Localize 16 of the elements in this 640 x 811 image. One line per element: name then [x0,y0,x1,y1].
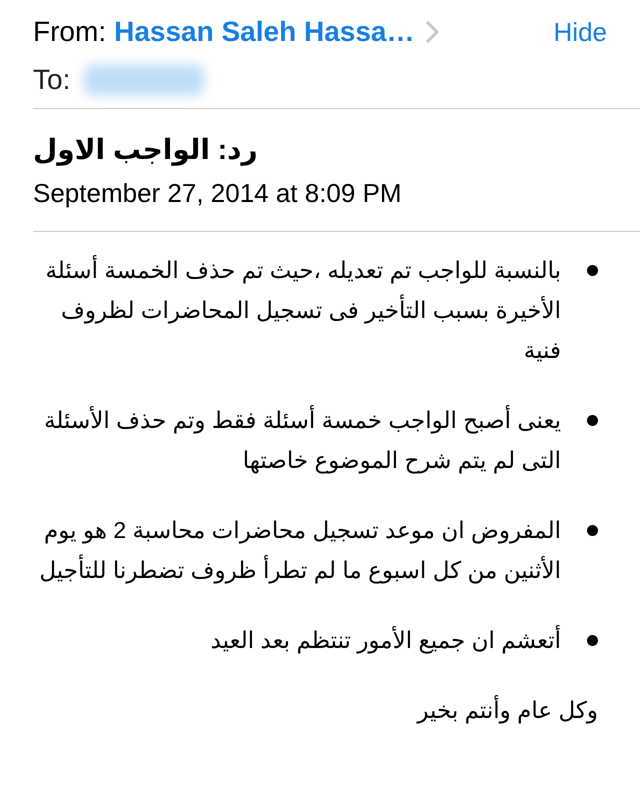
bullet-text: يعنى أصبح الواجب خمسة أسئلة فقط وتم حذف الأسئلة التى لم يتم شرح الموضوع خاصتها [43,404,561,476]
from-label: From: [33,16,106,48]
hide-link[interactable]: Hide [554,16,607,48]
bullet-icon [587,415,598,426]
bullet-text: بالنسبة للواجب تم تعديله ،حيث تم حذف الخمسة أسئلة الأخيرة بسبب التأخير فى تسجيل المحاضرات لظروف فنية [44,254,561,365]
bullet-icon [587,265,598,276]
closing-text: وكل عام وأنتم بخير [415,694,598,726]
bullet-text: المفروض ان موعد تسجيل محاضرات محاسبة 2 هو يوم الأثنين من كل اسبوع ما لم تطرأ ظروف تضطرنا للتأجيل [38,516,561,586]
bullet-icon [587,635,598,646]
sender-name[interactable]: Hassan Saleh Hassa… [114,16,414,48]
email-subject: رد: الواجب الاول [33,133,258,166]
chevron-icon [424,20,438,44]
email-date: September 27, 2014 at 8:09 PM [33,178,403,209]
bullet-icon [587,525,598,536]
bullet-text: أتعشم ان جميع الأمور تنتظم بعد العيد [210,624,561,656]
to-label: To: [33,64,70,96]
